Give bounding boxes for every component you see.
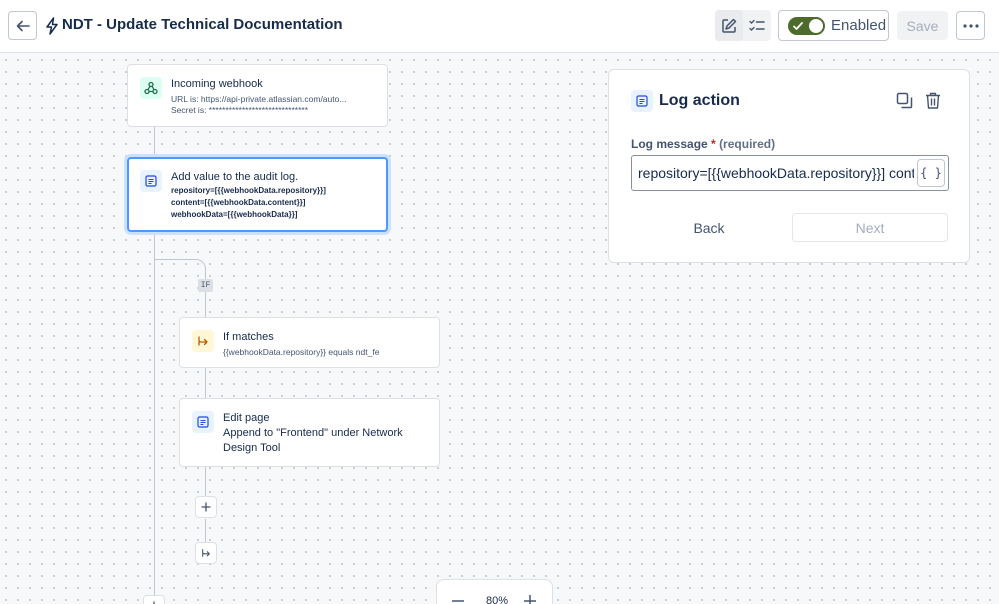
edit-page-desc: Append to "Frontend" under Network Desig… [223, 427, 403, 454]
add-branch-button[interactable] [195, 542, 217, 564]
enabled-label: Enabled [831, 17, 887, 34]
trash-icon[interactable] [925, 92, 941, 109]
log-message-input[interactable] [632, 156, 914, 190]
webhook-icon-box [140, 77, 162, 99]
edit-page-card[interactable]: Edit page Append to "Frontend" under Net… [179, 398, 440, 467]
condition-detail: {{webhookData.repository}} equals ndt_fe [223, 347, 380, 357]
arrow-left-icon [16, 20, 30, 31]
connector-line [205, 367, 206, 398]
log-action-panel: Log action Log message * (required) { } … [608, 69, 970, 263]
condition-card[interactable]: If matches {{webhookData.repository}} eq… [179, 317, 440, 368]
field-label-text: Log message [631, 137, 708, 151]
more-icon [962, 23, 979, 28]
log-message-label: Log message * (required) [631, 137, 775, 151]
log-icon-box [631, 90, 653, 112]
condition-title: If matches [223, 331, 274, 343]
trigger-card[interactable]: Incoming webhook URL is: https://api-pri… [127, 64, 388, 127]
add-component-button[interactable] [195, 496, 217, 518]
bolt-icon [46, 17, 58, 35]
connector-line [205, 519, 206, 543]
add-component-button[interactable] [143, 595, 165, 604]
toggle-knob [809, 18, 823, 33]
back-button[interactable] [8, 11, 37, 40]
edit-page-title: Edit page [223, 412, 270, 424]
connector-line [205, 466, 206, 497]
zoom-level: 80% [486, 595, 509, 604]
log-icon [145, 175, 157, 187]
trigger-title: Incoming webhook [171, 78, 263, 90]
if-badge: IF [198, 279, 213, 292]
branch-connector [154, 259, 206, 281]
back-step-button[interactable]: Back [631, 214, 787, 242]
plus-icon [201, 502, 211, 512]
view-toggle [715, 10, 771, 41]
zoom-in-icon[interactable] [523, 594, 537, 604]
more-options-button[interactable] [956, 11, 985, 40]
log-icon [636, 95, 648, 107]
edit-icon [722, 18, 737, 33]
connector-line [154, 231, 155, 604]
edit-page-icon-box [192, 411, 214, 433]
zoom-out-icon[interactable] [451, 594, 465, 604]
edit-view-button[interactable] [715, 10, 743, 41]
toggle-switch[interactable] [788, 16, 825, 35]
enabled-toggle[interactable]: Enabled [778, 10, 889, 41]
trigger-secret: Secret is: *****************************… [171, 105, 309, 115]
save-button[interactable]: Save [897, 11, 948, 40]
checklist-icon [749, 19, 765, 31]
smart-values-button[interactable]: { } [917, 159, 945, 187]
log-card-title: Add value to the audit log. [171, 171, 299, 183]
connector-line [205, 292, 206, 317]
webhook-icon [144, 81, 158, 95]
connector-line [154, 127, 155, 156]
top-header: NDT - Update Technical Documentation Ena… [0, 0, 999, 53]
zoom-controls: 80% [436, 579, 553, 604]
copy-icon[interactable] [896, 92, 913, 109]
required-star: * [711, 137, 716, 151]
branch-icon [198, 336, 208, 346]
log-card-line: content=[{{webhookData.content}}] [171, 198, 306, 207]
log-action-card[interactable]: Add value to the audit log. repository=[… [127, 157, 388, 232]
trigger-url: URL is: https://api-private.atlassian.co… [171, 94, 347, 104]
required-text: (required) [719, 137, 776, 151]
log-card-line: repository=[{{webhookData.repository}}] [171, 186, 326, 195]
log-card-line: webhookData=[{{webhookData}}] [171, 210, 298, 219]
log-icon-box [140, 170, 162, 192]
log-message-field: { } [631, 155, 949, 191]
panel-title: Log action [659, 92, 740, 109]
page-title: NDT - Update Technical Documentation [62, 16, 343, 33]
branch-icon-box [192, 330, 214, 352]
check-icon [793, 21, 803, 30]
page-icon [197, 416, 209, 428]
rule-canvas[interactable]: Incoming webhook URL is: https://api-pri… [0, 54, 999, 604]
list-view-button[interactable] [743, 10, 771, 41]
next-step-button[interactable]: Next [792, 213, 948, 242]
branch-icon [202, 549, 211, 557]
